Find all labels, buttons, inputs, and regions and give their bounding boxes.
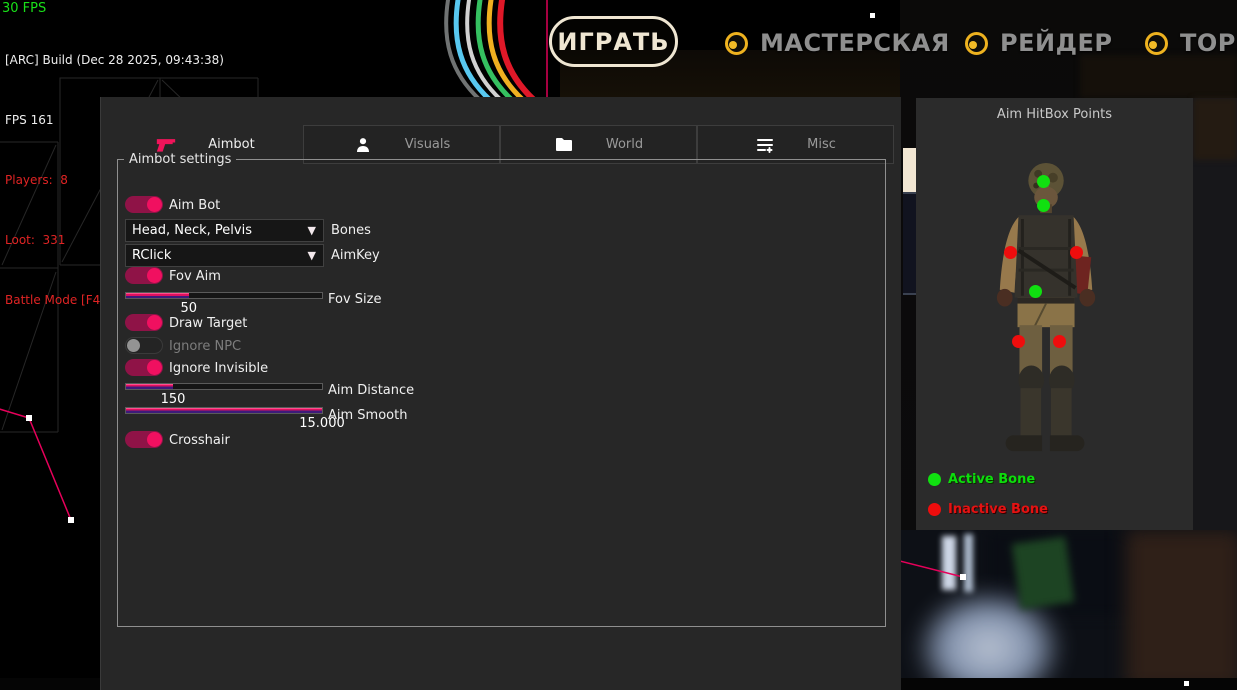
coin-icon [965,32,988,55]
hitbox-point-right-thigh [1053,335,1066,348]
scene-green-sign [1012,537,1075,610]
active-bone-dot [928,473,941,486]
legend-inactive-bone: Inactive Bone [928,502,1048,517]
draw-target-toggle-label: Draw Target [169,316,247,331]
aimkey-dropdown[interactable]: RClick ▼ [125,244,324,267]
cheat-menu-panel: Aimbot Visuals World Misc [100,97,901,690]
chevron-down-icon: ▼ [308,249,323,262]
aim-smooth-slider[interactable]: 15.000 [125,407,323,414]
menu-item-raider[interactable]: РЕЙДЕР [965,24,1112,62]
game-background-sliver-brown [1193,98,1237,160]
hitbox-point-left-arm [1004,246,1017,259]
toggle-knob [147,360,162,375]
ignore-invisible-toggle[interactable] [125,359,163,376]
menu-item-label: РЕЙДЕР [1000,29,1112,57]
build-info: [ARC] Build (Dec 28 2025, 09:43:38) [5,50,224,70]
aim-smooth-label: Aim Smooth [328,408,407,423]
toggle-knob [147,315,162,330]
fov-size-label: Fov Size [328,292,381,307]
inactive-bone-dot [928,503,941,516]
aimkey-dropdown-value: RClick [126,248,308,263]
crosshair-toggle-label: Crosshair [169,433,230,448]
toggle-knob [127,339,140,352]
coin-icon [725,32,748,55]
legend-label: Active Bone [948,472,1035,487]
bones-dropdown-value: Head, Neck, Pelvis [126,223,308,238]
hitbox-panel: Aim HitBox Points [916,98,1193,530]
tab-label: Visuals [405,137,451,152]
menu-item-workshop[interactable]: МАСТЕРСКАЯ [725,24,950,62]
menu-item-traders[interactable]: ТОРГО [1145,24,1237,62]
hitbox-point-right-arm [1070,246,1083,259]
hitbox-point-pelvis [1029,285,1042,298]
tab-label: World [606,137,643,152]
menu-item-label: МАСТЕРСКАЯ [760,29,950,57]
aimbot-settings-group: Aimbot settings Aim Bot Head, Neck, Pelv… [117,152,886,627]
scene-brown-wall [1126,530,1237,690]
aimbot-toggle-label: Aim Bot [169,198,220,213]
hitbox-point-neck [1037,199,1050,212]
slider-fill [126,408,322,413]
aim-distance-label: Aim Distance [328,383,414,398]
play-button[interactable]: ИГРАТЬ [549,16,678,67]
crosshair-toggle[interactable] [125,431,163,448]
scene-light-strip [964,534,973,592]
white-dot [1184,681,1189,686]
aim-distance-value: 150 [161,392,186,407]
hitbox-panel-title: Aim HitBox Points [916,107,1193,122]
fov-size-value: 50 [180,301,197,316]
ignore-npc-toggle[interactable] [125,337,163,354]
toggle-knob [147,268,162,283]
tab-label: Aimbot [208,137,254,152]
chevron-down-icon: ▼ [308,224,323,237]
hitbox-point-left-thigh [1012,335,1025,348]
tab-label: Misc [807,137,836,152]
white-dot [870,13,875,18]
bones-label: Bones [331,223,371,238]
legend-label: Inactive Bone [948,502,1048,517]
game-background-navy-block [903,192,916,295]
toggle-knob [147,197,162,212]
fov-aim-toggle[interactable] [125,267,163,284]
aimkey-label: AimKey [331,248,380,263]
slider-fill [126,293,189,298]
bones-dropdown[interactable]: Head, Neck, Pelvis ▼ [125,219,324,242]
ignore-npc-toggle-label: Ignore NPC [169,339,241,354]
coin-icon [1145,32,1168,55]
game-screen: 30 FPS [ARC] Build (Dec 28 2025, 09:43:3… [0,0,1237,690]
legend-active-bone: Active Bone [928,472,1035,487]
aimbot-toggle[interactable] [125,196,163,213]
fov-aim-toggle-label: Fov Aim [169,269,221,284]
aim-distance-slider[interactable]: 150 [125,383,323,390]
game-scene-bottom-right [900,530,1237,690]
fov-size-slider[interactable]: 50 [125,292,323,299]
draw-target-toggle[interactable] [125,314,163,331]
section-title: Aimbot settings [124,152,236,167]
game-background-sliver [1193,98,1237,530]
hitbox-point-head [1037,175,1050,188]
menu-item-label: ТОРГО [1180,29,1237,57]
scene-light-strip [942,536,956,590]
game-background-cream-block [903,148,916,192]
toggle-knob [147,432,162,447]
slider-fill [126,384,173,389]
ignore-invisible-toggle-label: Ignore Invisible [169,361,268,376]
